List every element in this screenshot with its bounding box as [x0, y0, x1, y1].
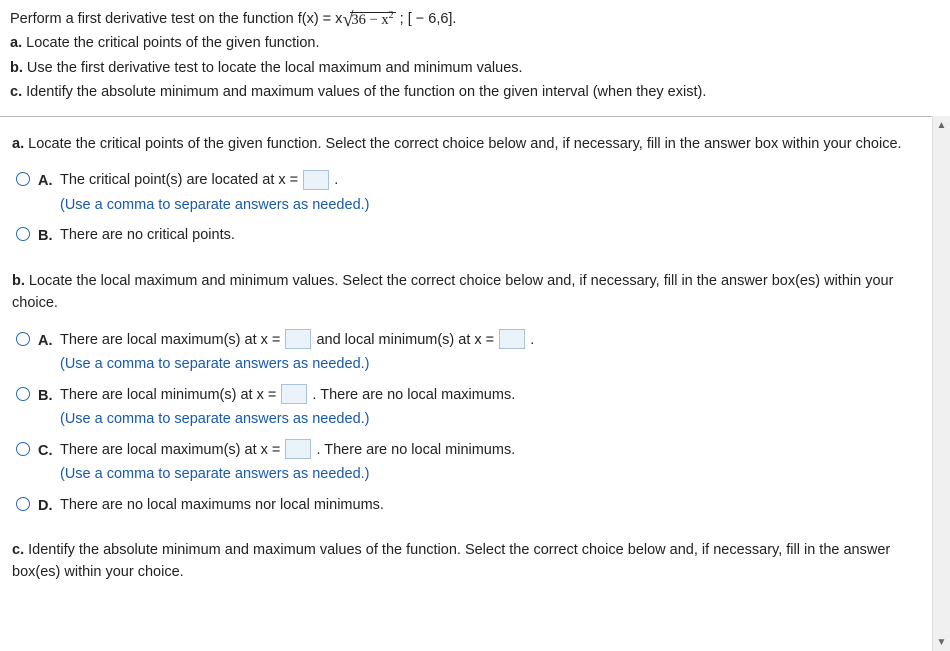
part-a-choice-a[interactable]: A. The critical point(s) are located at …	[12, 169, 920, 216]
part-b-choice-d[interactable]: D. There are no local maximums nor local…	[12, 494, 920, 517]
radio-a-B[interactable]	[16, 227, 30, 241]
choice-a-B-text: There are no critical points.	[60, 224, 920, 246]
part-b-choice-b[interactable]: B. There are local minimum(s) at x = . T…	[12, 384, 920, 431]
stem-line: Perform a first derivative test on the f…	[10, 8, 922, 30]
question-header: Perform a first derivative test on the f…	[0, 0, 932, 116]
choice-letter: B.	[38, 224, 60, 247]
stem-post: ; [ − 6,6].	[396, 11, 457, 27]
input-b-B[interactable]	[281, 384, 307, 404]
choice-b-A-text: There are local maximum(s) at x = and lo…	[60, 329, 920, 351]
scroll-up-icon[interactable]: ▲	[933, 116, 950, 134]
choice-b-D-text: There are no local maximums nor local mi…	[60, 494, 920, 516]
input-a-A[interactable]	[303, 170, 329, 190]
hint-a-A: (Use a comma to separate answers as need…	[60, 194, 920, 216]
input-b-A-1[interactable]	[285, 329, 311, 349]
choice-letter: B.	[38, 384, 60, 407]
choice-letter: A.	[38, 169, 60, 192]
scroll-down-icon[interactable]: ▼	[933, 633, 950, 651]
part-b-prompt: b. Locate the local maximum and minimum …	[12, 270, 920, 315]
choice-letter: D.	[38, 494, 60, 517]
scroll-track[interactable]	[933, 134, 950, 633]
radio-b-D[interactable]	[16, 497, 30, 511]
choice-a-A-text: The critical point(s) are located at x =…	[60, 169, 920, 191]
stem-b: b. Use the first derivative test to loca…	[10, 57, 922, 79]
choice-letter: A.	[38, 329, 60, 352]
hint-b-B: (Use a comma to separate answers as need…	[60, 408, 920, 430]
stem-c: c. Identify the absolute minimum and max…	[10, 81, 922, 103]
radio-b-B[interactable]	[16, 387, 30, 401]
hint-b-C: (Use a comma to separate answers as need…	[60, 463, 920, 485]
radio-b-A[interactable]	[16, 332, 30, 346]
part-a-choice-b[interactable]: B. There are no critical points.	[12, 224, 920, 247]
part-b-choice-a[interactable]: A. There are local maximum(s) at x = and…	[12, 329, 920, 376]
input-b-C[interactable]	[285, 439, 311, 459]
radical-icon: √	[342, 11, 353, 29]
part-b-choice-c[interactable]: C. There are local maximum(s) at x = . T…	[12, 439, 920, 486]
choice-b-B-text: There are local minimum(s) at x = . Ther…	[60, 384, 920, 406]
choice-b-C-text: There are local maximum(s) at x = . Ther…	[60, 439, 920, 461]
sqrt-expr: √36 − x2	[342, 11, 395, 27]
input-b-A-2[interactable]	[499, 329, 525, 349]
radio-a-A[interactable]	[16, 172, 30, 186]
vertical-scrollbar[interactable]: ▲ ▼	[932, 116, 950, 651]
stem-a: a. Locate the critical points of the giv…	[10, 32, 922, 54]
hint-b-A: (Use a comma to separate answers as need…	[60, 353, 920, 375]
stem-pre: Perform a first derivative test on the f…	[10, 11, 342, 27]
part-c-prompt: c. Identify the absolute minimum and max…	[12, 539, 920, 584]
choice-letter: C.	[38, 439, 60, 462]
part-a-prompt: a. Locate the critical points of the giv…	[12, 133, 920, 155]
radio-b-C[interactable]	[16, 442, 30, 456]
